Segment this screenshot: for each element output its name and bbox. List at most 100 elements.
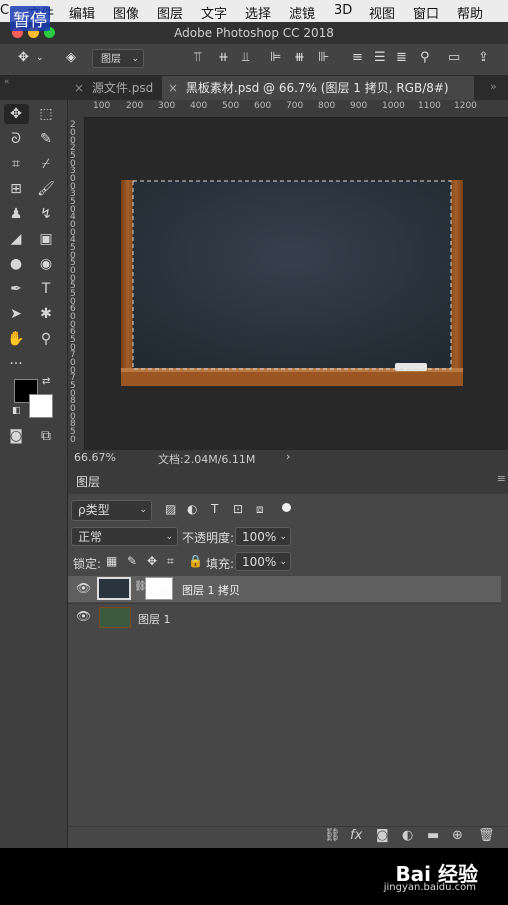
- lock-image-pixels-icon[interactable]: ✎: [127, 554, 137, 568]
- layer-filter-dropdown[interactable]: ρ类型 ⌄: [71, 500, 152, 521]
- menu-image[interactable]: 图像: [113, 3, 139, 22]
- app-menu-fragment[interactable]: C: [0, 3, 9, 18]
- move-tool-icon[interactable]: ✥: [4, 103, 28, 125]
- layer-row[interactable]: 👁 ⛓ ☝ 图层 1 拷贝: [68, 576, 501, 602]
- ruler-h-label: 1200: [454, 101, 477, 111]
- status-menu-arrow-icon[interactable]: ›: [286, 450, 290, 463]
- menu-select[interactable]: 选择: [245, 3, 271, 22]
- layer-style-fx-icon[interactable]: fx: [350, 828, 362, 843]
- clone-stamp-tool-icon[interactable]: ♟: [4, 203, 28, 225]
- search-icon[interactable]: ⚲: [420, 50, 430, 65]
- swap-colors-icon[interactable]: ⇄: [42, 376, 50, 387]
- eraser-tool-icon[interactable]: ◢: [4, 228, 28, 250]
- filter-shape-icon[interactable]: ⊡: [233, 502, 243, 516]
- tab-chalkboard-file[interactable]: × 黑板素材.psd @ 66.7% (图层 1 拷贝, RGB/8#): [162, 76, 474, 100]
- visibility-eye-icon[interactable]: 👁: [76, 581, 91, 595]
- layer-name[interactable]: 图层 1: [138, 611, 171, 627]
- tab-layers[interactable]: 图层: [76, 473, 100, 490]
- link-layers-icon[interactable]: ⛓: [324, 828, 341, 843]
- lock-artboard-icon[interactable]: ⌗: [167, 554, 174, 569]
- lasso-tool-icon[interactable]: ᘐ: [4, 128, 28, 150]
- blur-tool-icon[interactable]: ●: [4, 253, 28, 275]
- menu-3d[interactable]: 3D: [334, 3, 352, 18]
- panel-menu-icon[interactable]: ≡: [497, 472, 506, 485]
- path-selection-tool-icon[interactable]: ➤: [4, 303, 28, 325]
- edit-toolbar-icon[interactable]: ···: [4, 353, 28, 375]
- menu-type[interactable]: 文字: [201, 3, 227, 22]
- lock-all-icon[interactable]: 🔒: [188, 554, 203, 568]
- layer-row[interactable]: 👁 图层 1: [68, 603, 501, 630]
- pen-tool-icon[interactable]: ✒: [4, 278, 28, 300]
- fill-label: 填充:: [206, 557, 235, 571]
- background-color-swatch[interactable]: [29, 394, 53, 418]
- brush-tool-icon[interactable]: 🖌: [34, 178, 58, 200]
- menu-help[interactable]: 帮助: [457, 3, 483, 22]
- chevron-down-icon[interactable]: ⌄: [36, 53, 44, 63]
- filter-pixel-icon[interactable]: ▨: [165, 502, 176, 516]
- dodge-tool-icon[interactable]: ◉: [34, 253, 58, 275]
- distribute-bottom-icon[interactable]: ≣: [396, 50, 407, 65]
- crop-tool-icon[interactable]: ⌗: [4, 153, 28, 175]
- gradient-tool-icon[interactable]: ▣: [34, 228, 58, 250]
- marquee-tool-icon[interactable]: ⬚: [34, 103, 58, 125]
- align-horizontal-center-icon[interactable]: ⧻: [294, 50, 305, 65]
- share-icon[interactable]: ⇪: [478, 50, 489, 65]
- visibility-eye-icon[interactable]: 👁: [76, 609, 91, 623]
- workspace-icon[interactable]: ▭: [448, 50, 460, 65]
- ruler-h-label: 200: [126, 101, 144, 111]
- quick-select-tool-icon[interactable]: ✎: [34, 128, 58, 150]
- fill-input[interactable]: 100% ⌄: [235, 552, 291, 571]
- opacity-input[interactable]: 100% ⌄: [235, 527, 291, 546]
- status-bar: 66.67% 文档:2.04M/6.11M ›: [68, 450, 508, 466]
- default-colors-icon[interactable]: ◧: [12, 406, 21, 416]
- ruler-v-label: 850: [70, 419, 76, 445]
- distribute-center-icon[interactable]: ☰: [374, 50, 386, 65]
- history-brush-tool-icon[interactable]: ↯: [34, 203, 58, 225]
- filter-toggle-icon[interactable]: [282, 503, 291, 512]
- new-layer-icon[interactable]: ⊕: [452, 828, 463, 843]
- new-group-icon[interactable]: ▬: [427, 828, 439, 843]
- layer-name[interactable]: 图层 1 拷贝: [182, 582, 240, 598]
- spot-healing-tool-icon[interactable]: ⊞: [4, 178, 28, 200]
- filter-adjustment-icon[interactable]: ◐: [187, 502, 197, 516]
- zoom-tool-icon[interactable]: ⚲: [34, 328, 58, 350]
- align-left-icon[interactable]: ⊫: [270, 50, 281, 65]
- menu-edit[interactable]: 编辑: [69, 3, 95, 22]
- zoom-level[interactable]: 66.67%: [74, 451, 116, 464]
- tab-source-file[interactable]: × 源文件.psd: [70, 76, 160, 100]
- fill-value: 100%: [242, 555, 277, 569]
- auto-select-dropdown[interactable]: 图层 ⌄: [92, 49, 144, 68]
- type-tool-icon[interactable]: T: [34, 278, 58, 300]
- hand-tool-icon[interactable]: ✋: [4, 328, 28, 350]
- menu-view[interactable]: 视图: [369, 3, 395, 22]
- menu-layer[interactable]: 图层: [157, 3, 183, 22]
- close-tab-icon[interactable]: ×: [168, 81, 178, 95]
- blend-mode-dropdown[interactable]: 正常 ⌄: [71, 527, 178, 546]
- lock-position-icon[interactable]: ✥: [147, 554, 157, 568]
- screen-mode-icon[interactable]: ⧉: [34, 425, 58, 447]
- auto-select-layers-icon[interactable]: ◈: [66, 50, 76, 65]
- filter-type-icon[interactable]: T: [211, 502, 218, 516]
- align-right-icon[interactable]: ⊪: [318, 50, 329, 65]
- close-tab-icon[interactable]: ×: [74, 81, 84, 95]
- collapse-panels-icon[interactable]: «: [4, 77, 10, 87]
- menu-window[interactable]: 窗口: [413, 3, 439, 22]
- align-top-icon[interactable]: ⫪: [194, 50, 201, 65]
- eyedropper-tool-icon[interactable]: ⌿: [34, 153, 58, 175]
- move-tool-preset-icon[interactable]: ✥: [18, 50, 29, 65]
- distribute-top-icon[interactable]: ≡: [352, 50, 363, 65]
- align-bottom-icon[interactable]: ⫫: [242, 50, 249, 65]
- delete-layer-icon[interactable]: 🗑: [478, 828, 495, 843]
- custom-shape-tool-icon[interactable]: ✱: [34, 303, 58, 325]
- layer-mask-thumbnail[interactable]: [145, 577, 173, 600]
- more-tabs-icon[interactable]: »: [490, 80, 497, 93]
- new-adjustment-layer-icon[interactable]: ◐: [402, 828, 413, 843]
- filter-smart-object-icon[interactable]: ⧈: [256, 502, 264, 517]
- align-vertical-center-icon[interactable]: ⧺: [218, 50, 229, 65]
- layer-thumbnail[interactable]: [99, 607, 131, 628]
- quick-mask-icon[interactable]: ◙: [4, 425, 28, 447]
- lock-transparent-pixels-icon[interactable]: ▦: [106, 554, 117, 568]
- layer-thumbnail[interactable]: [97, 577, 131, 600]
- add-mask-icon[interactable]: ◙: [376, 828, 389, 843]
- menu-filter[interactable]: 滤镜: [289, 3, 315, 22]
